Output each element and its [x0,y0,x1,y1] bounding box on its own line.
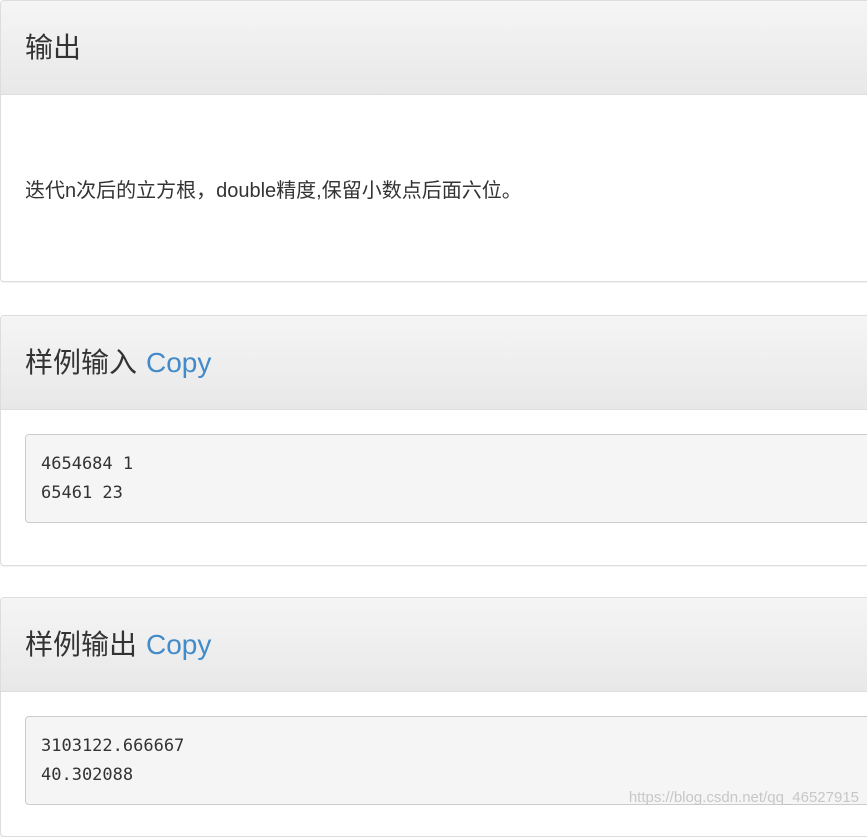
sample-output-panel-heading: 样例输出 Copy [1,598,867,692]
output-description-text: 迭代n次后的立方根，double精度,保留小数点后面六位。 [25,174,522,203]
sample-output-code: 3103122.666667 40.302088 [25,716,867,805]
sample-input-panel: 样例输入 Copy 4654684 1 65461 23 [0,315,867,566]
sample-input-body: 4654684 1 65461 23 [1,410,867,523]
output-description: 迭代n次后的立方根，double精度,保留小数点后面六位。 [1,95,867,281]
sample-output-panel: 样例输出 Copy 3103122.666667 40.302088 [0,597,867,837]
sample-output-title-text: 样例输出 [25,629,137,660]
sample-output-copy-link[interactable]: Copy [146,629,211,660]
sample-output-body: 3103122.666667 40.302088 [1,692,867,805]
sample-input-code: 4654684 1 65461 23 [25,434,867,523]
sample-input-panel-title: 样例输入 Copy [25,349,211,377]
sample-input-copy-link[interactable]: Copy [146,347,211,378]
output-panel-title: 输出 [25,34,81,62]
sample-output-panel-title: 样例输出 Copy [25,631,211,659]
output-panel-heading: 输出 [1,1,867,95]
sample-input-title-text: 样例输入 [25,347,137,378]
output-panel: 输出 迭代n次后的立方根，double精度,保留小数点后面六位。 [0,0,867,282]
sample-input-panel-heading: 样例输入 Copy [1,316,867,410]
